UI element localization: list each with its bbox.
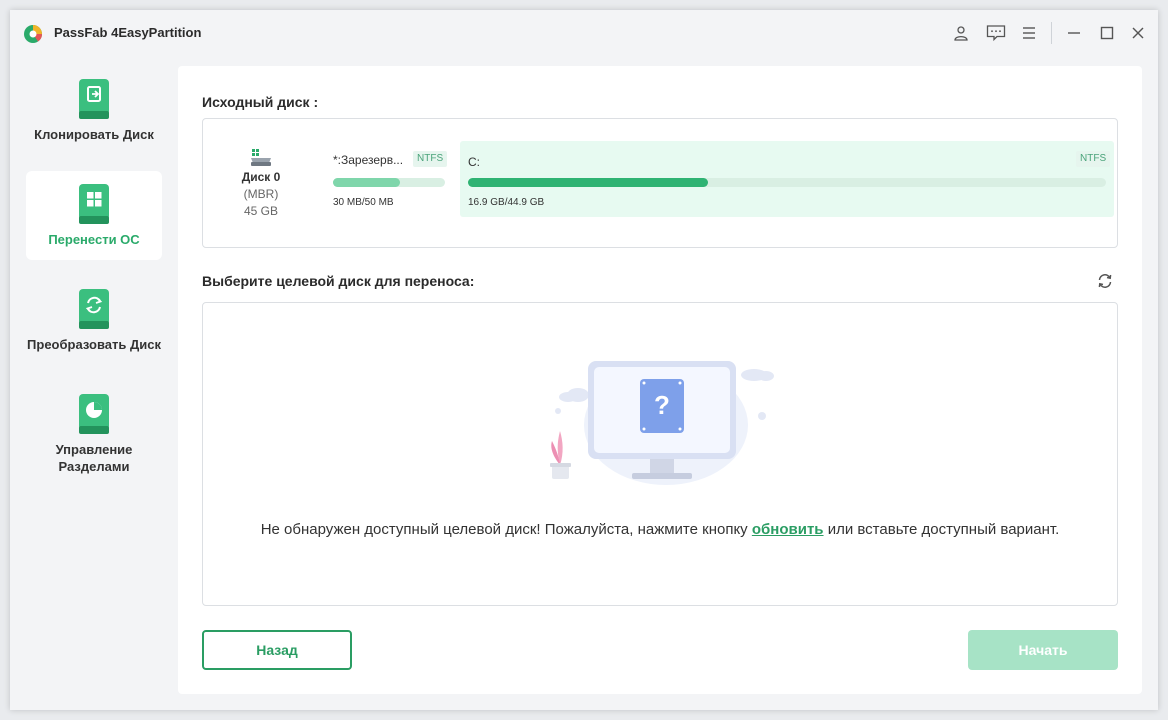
partition-manage-icon <box>79 394 109 434</box>
sidebar-item-label: Разделами <box>58 459 130 474</box>
partition-name: C: <box>468 155 480 169</box>
close-icon[interactable] <box>1126 21 1150 45</box>
sidebar-item-clone-disk[interactable]: Клонировать Диск <box>26 66 162 155</box>
sidebar-item-label: Перенести ОС <box>48 232 140 247</box>
back-button[interactable]: Назад <box>202 630 352 670</box>
disk-icon <box>251 149 271 166</box>
clone-disk-icon <box>79 79 109 119</box>
partition-usage: 16.9 GB/44.9 GB <box>468 197 545 208</box>
maximize-icon[interactable] <box>1095 21 1119 45</box>
migrate-os-icon <box>79 184 109 224</box>
titlebar-divider <box>1051 22 1052 44</box>
partition-name: *:Зарезерв... <box>333 153 404 167</box>
user-icon[interactable] <box>949 21 973 45</box>
main-panel: Исходный диск : Диск 0 (MBR) 45 GB *:Зар… <box>178 66 1142 694</box>
start-button[interactable]: Начать <box>968 630 1118 670</box>
no-disk-illustration: ? <box>550 361 774 485</box>
source-disk-card[interactable]: Диск 0 (MBR) 45 GB *:Зарезерв... NTFS 30… <box>202 118 1118 248</box>
usage-bar <box>468 178 1106 187</box>
title-bar: PassFab 4EasyPartition <box>10 10 1158 56</box>
refresh-icon[interactable] <box>1093 269 1117 293</box>
svg-text:?: ? <box>654 390 670 420</box>
usage-bar-fill <box>333 178 401 187</box>
sidebar-item-label: Преобразовать Диск <box>27 337 161 352</box>
usage-bar-fill <box>468 178 708 187</box>
disk-name: Диск 0 <box>241 170 281 184</box>
partition-c[interactable]: C: NTFS 16.9 GB/44.9 GB <box>460 141 1114 217</box>
target-disk-area: ? Не обнаружен доступный целевой диск! П… <box>202 302 1118 606</box>
app-logo-icon <box>24 25 43 43</box>
sidebar-item-label: Клонировать Диск <box>34 127 154 142</box>
convert-disk-icon <box>79 289 109 329</box>
minimize-icon[interactable] <box>1062 21 1086 45</box>
sidebar-item-convert-disk[interactable]: Преобразовать Диск <box>26 276 162 365</box>
empty-message-text: или вставьте доступный вариант. <box>823 521 1060 538</box>
disk-partition-style: (MBR) <box>243 187 279 201</box>
refresh-link[interactable]: обновить <box>752 521 824 538</box>
menu-icon[interactable] <box>1017 21 1041 45</box>
disk-size: 45 GB <box>243 204 279 218</box>
filesystem-badge: NTFS <box>413 151 448 167</box>
feedback-icon[interactable] <box>984 21 1008 45</box>
empty-message-text: Не обнаружен доступный целевой диск! Пож… <box>260 521 752 538</box>
usage-bar <box>333 178 445 187</box>
sidebar: Клонировать Диск Перенести ОС Преобразов… <box>10 66 178 706</box>
partition-reserved[interactable]: *:Зарезерв... NTFS 30 MB/50 MB <box>331 141 448 217</box>
filesystem-badge: NTFS <box>1076 151 1111 167</box>
target-disk-heading: Выберите целевой диск для переноса: <box>202 273 475 289</box>
app-title: PassFab 4EasyPartition <box>54 25 202 40</box>
app-window: PassFab 4EasyPartition Клонировать Диск … <box>10 10 1158 710</box>
sidebar-item-migrate-os[interactable]: Перенести ОС <box>26 171 162 260</box>
sidebar-item-label: Управление <box>55 442 133 457</box>
sidebar-item-partition-manage[interactable]: Управление Разделами <box>26 381 162 481</box>
no-target-disk-message: Не обнаружен доступный целевой диск! Пож… <box>203 521 1117 538</box>
partition-usage: 30 MB/50 MB <box>333 197 394 208</box>
source-disk-heading: Исходный диск : <box>202 94 319 110</box>
